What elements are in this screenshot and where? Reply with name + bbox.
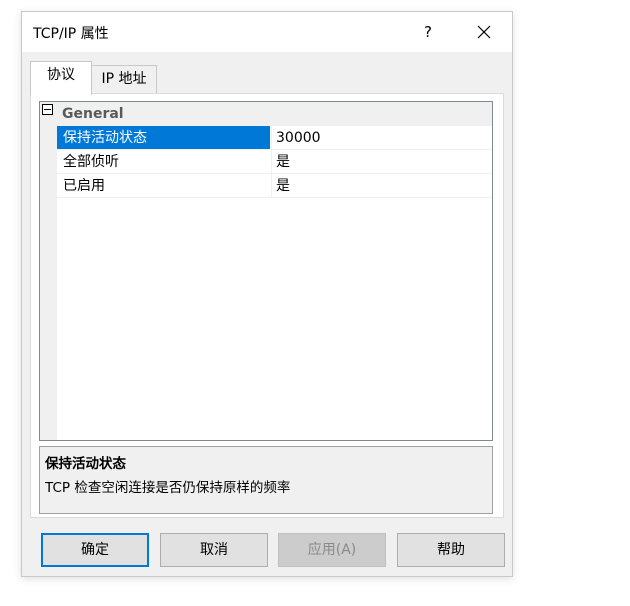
property-value[interactable]: 是 xyxy=(272,150,492,174)
property-row-enabled[interactable]: 已启用 是 xyxy=(57,174,492,198)
property-row-listen-all[interactable]: 全部侦听 是 xyxy=(57,150,492,174)
apply-button[interactable]: 应用(A) xyxy=(278,533,386,567)
ok-button[interactable]: 确定 xyxy=(41,533,149,567)
close-icon xyxy=(477,25,491,39)
close-button[interactable] xyxy=(470,20,498,44)
tab-panel: General 保持活动状态 30000 全部侦听 是 已启用 是 保持活动状态… xyxy=(30,93,504,518)
category-row[interactable]: General xyxy=(40,102,492,126)
property-value[interactable]: 是 xyxy=(272,174,492,198)
cancel-button[interactable]: 取消 xyxy=(160,533,268,567)
property-name: 已启用 xyxy=(63,178,105,194)
description-title: 保持活动状态 xyxy=(45,456,126,472)
help-title-button[interactable]: ? xyxy=(416,20,440,44)
collapse-icon[interactable] xyxy=(42,104,53,115)
tab-ip-address[interactable]: IP 地址 xyxy=(91,65,157,93)
property-name: 全部侦听 xyxy=(63,154,119,170)
property-name: 保持活动状态 xyxy=(57,126,270,150)
window-title: TCP/IP 属性 xyxy=(33,26,109,42)
description-panel: 保持活动状态 TCP 检查空闲连接是否仍保持原样的频率 xyxy=(39,446,493,514)
property-value[interactable]: 30000 xyxy=(272,126,492,150)
category-label: General xyxy=(62,106,124,122)
property-grid[interactable]: General 保持活动状态 30000 全部侦听 是 已启用 是 xyxy=(39,101,493,441)
title-bar: TCP/IP 属性 ? xyxy=(22,12,512,52)
help-button[interactable]: 帮助 xyxy=(397,533,505,567)
property-row-keepalive[interactable]: 保持活动状态 30000 xyxy=(57,126,492,150)
grid-gutter xyxy=(40,102,57,440)
tcp-ip-properties-dialog: TCP/IP 属性 ? 协议 IP 地址 General 保持活动状态 3000… xyxy=(21,11,513,577)
row-divider xyxy=(57,197,492,198)
tab-protocol[interactable]: 协议 xyxy=(30,61,92,95)
description-text: TCP 检查空闲连接是否仍保持原样的频率 xyxy=(45,480,291,496)
